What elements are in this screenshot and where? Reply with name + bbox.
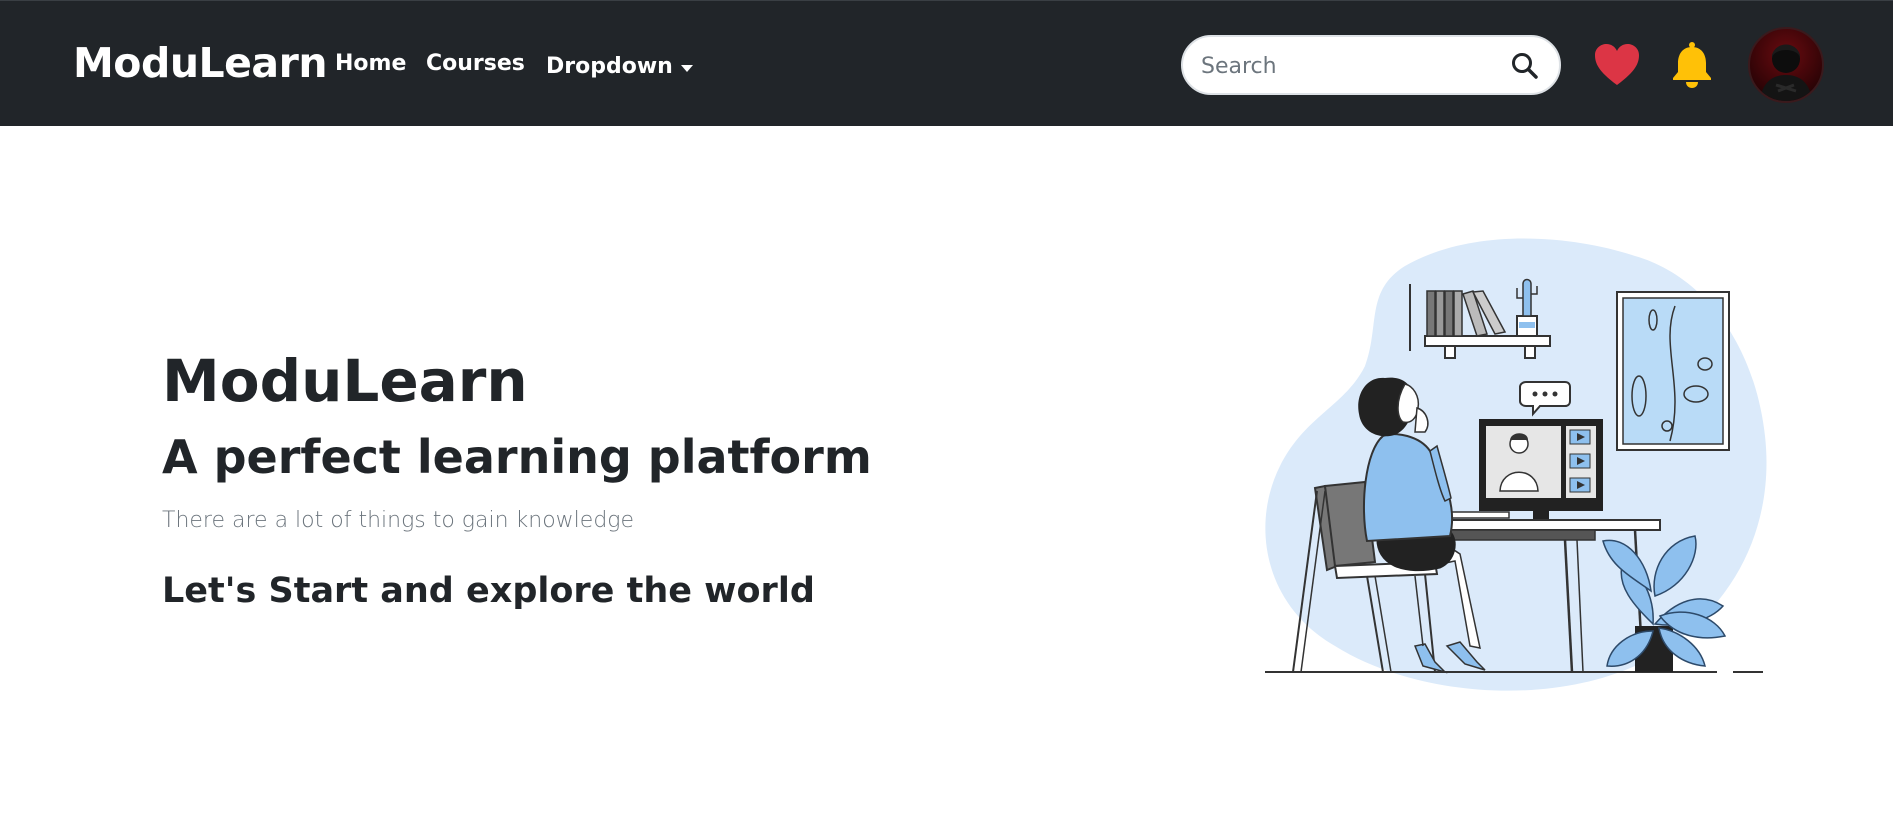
- avatar[interactable]: [1748, 27, 1824, 103]
- search-form: [1181, 35, 1561, 95]
- hero-illustration: [1255, 236, 1775, 696]
- navbar: ModuLearn Home Courses Dropdown: [0, 0, 1893, 126]
- hero-title: ModuLearn: [162, 347, 528, 415]
- nav-link-home[interactable]: Home: [335, 53, 406, 75]
- search-icon[interactable]: [1509, 50, 1541, 82]
- nav-link-courses[interactable]: Courses: [426, 53, 525, 75]
- caret-down-icon: [680, 65, 693, 72]
- nav-dropdown-toggle[interactable]: Dropdown: [546, 56, 693, 78]
- hero-subtitle: A perfect learning platform: [162, 430, 872, 484]
- nav-dropdown-label: Dropdown: [546, 54, 673, 79]
- search-input[interactable]: [1201, 47, 1501, 85]
- heart-icon[interactable]: [1594, 43, 1640, 87]
- brand-logo[interactable]: ModuLearn: [73, 43, 328, 84]
- bell-icon[interactable]: [1671, 41, 1713, 89]
- hero-cta-heading: Let's Start and explore the world: [162, 571, 815, 611]
- hero-lead-text: There are a lot of things to gain knowle…: [162, 508, 635, 533]
